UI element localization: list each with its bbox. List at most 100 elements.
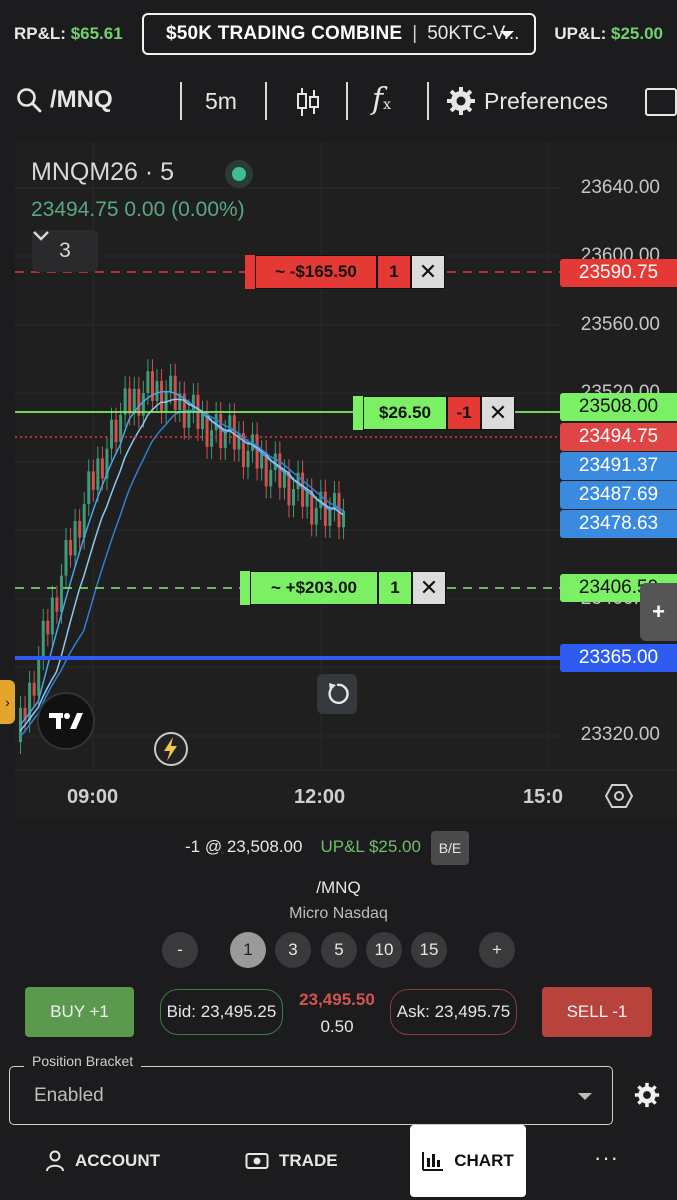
studies-count: 3 [59,239,71,262]
candle-body [100,458,104,479]
chart-canvas[interactable] [15,142,677,818]
candle-body [46,620,50,635]
lightning-icon[interactable] [153,731,189,772]
studies-toggle[interactable]: 3 [32,230,98,272]
candle-body [64,540,68,576]
close-icon: ✕ [418,259,438,284]
time-axis-tick: 09:00 [67,786,119,808]
cancel-target-order-button[interactable]: ✕ [412,571,446,605]
candle-body [123,388,127,415]
candle-body [32,682,36,696]
chart-settings-button[interactable] [604,782,634,815]
qty-increment-button[interactable]: + [479,932,515,968]
symbol-label: /MNQ [50,86,113,113]
fx-icon: f [372,82,384,117]
ask-price[interactable]: Ask: 23,495.75 [390,989,517,1035]
gear-icon [634,1082,660,1108]
position-bracket-select[interactable]: Enabled [9,1066,613,1125]
target-order-pnl: ~ +$203.00 [250,571,378,605]
reset-chart-button[interactable] [317,674,357,714]
qty-option-5[interactable]: 5 [321,932,357,968]
qty-decrement-button[interactable]: - [162,932,198,968]
chevron-down-icon [33,231,49,241]
candle-body [210,430,214,447]
candle-body [169,375,173,393]
candle-body [219,413,223,449]
nav-more-button[interactable]: ··· [594,1145,619,1171]
candle-body [187,411,191,428]
time-axis-tick: 15:0 [523,786,564,808]
cancel-stop-order-button[interactable]: ✕ [411,255,445,289]
order-symbol: /MNQ [316,878,361,897]
breakeven-button[interactable]: B/E [431,831,469,865]
toolbar-divider [265,82,267,120]
position-bracket-label: Position Bracket [24,1053,142,1069]
position-order[interactable]: $26.50 -1 ✕ [353,396,515,430]
bid-price[interactable]: Bid: 23,495.25 [160,989,283,1035]
price-chart[interactable]: MNQM26 · 5 23494.75 0.00 (0.00%) 3 23640… [15,142,677,818]
candle-body [69,540,73,556]
target-order[interactable]: ~ +$203.00 1 ✕ [240,571,446,605]
sell-button[interactable]: SELL -1 [542,987,652,1037]
candle-body [214,413,218,431]
candle-body [114,419,118,443]
candle-body [37,658,41,696]
ma3-price-tag: 23478.63 [560,510,677,538]
qty-option-15[interactable]: 15 [411,932,447,968]
drag-handle[interactable] [240,571,250,605]
time-axis-tick: 12:00 [294,786,346,808]
position-text: -1 @ 23,508.00 [185,837,303,856]
indicators-button[interactable]: fx [372,82,391,117]
interval-button[interactable]: 5m [205,88,237,115]
position-qty: -1 [447,396,481,430]
close-position-button[interactable]: ✕ [481,396,515,430]
qty-option-3[interactable]: 3 [275,932,311,968]
bottom-nav: ACCOUNT TRADE CHART ··· [0,1125,677,1200]
qty-option-1[interactable]: 1 [230,932,266,968]
candle-body [160,381,164,412]
price-axis-tick: 23320.00 [580,724,660,745]
ma1-price-tag: 23491.37 [560,452,677,480]
upl-value: $25.00 [611,24,663,43]
drag-handle[interactable] [353,396,363,430]
user-icon [46,1150,64,1172]
buy-button[interactable]: BUY +1 [25,987,134,1037]
bracket-settings-button[interactable] [634,1082,660,1113]
candle-body [342,510,346,528]
chevron-down-icon [500,31,514,38]
last-price: 23,495.50 [299,990,375,1009]
close-icon: ✕ [419,575,439,600]
candle-body [150,371,154,401]
nav-trade[interactable]: TRADE [245,1125,338,1197]
candle-body [191,394,195,412]
market-status-icon [225,160,253,188]
candle-body [155,381,159,401]
nav-chart[interactable]: CHART [410,1125,526,1197]
chart-type-button[interactable] [295,86,321,123]
position-pnl: $26.50 [363,396,447,430]
cash-icon [245,1153,269,1169]
symbol-search-button[interactable]: /MNQ [16,86,113,114]
candle-body [314,508,318,525]
position-upl: UP&L $25.00 [320,837,421,856]
stop-order-pnl: ~ -$165.50 [255,255,377,289]
nav-account[interactable]: ACCOUNT [45,1125,160,1197]
candle-body [292,489,295,506]
preferences-button[interactable]: Preferences [446,86,608,116]
order-symbol-description: Micro Nasdaq [289,905,388,922]
toolbar-divider [427,82,429,120]
fullscreen-button[interactable] [645,88,677,116]
price-axis-tick: 23640.00 [580,177,660,198]
drag-handle[interactable] [245,255,255,289]
refresh-icon [328,683,349,705]
qty-option-10[interactable]: 10 [366,932,402,968]
candle-body [332,493,336,510]
account-select[interactable]: $50K TRADING COMBINE | 50KTC-V... [142,13,536,55]
search-icon [17,88,42,113]
stop-price-tag: 23590.75 [560,259,677,287]
stop-order[interactable]: ~ -$165.50 1 ✕ [245,255,445,289]
close-icon: ✕ [488,400,508,425]
add-order-button[interactable]: + [640,583,677,641]
drawer-handle[interactable]: › [0,680,15,724]
candle-body [87,471,91,505]
